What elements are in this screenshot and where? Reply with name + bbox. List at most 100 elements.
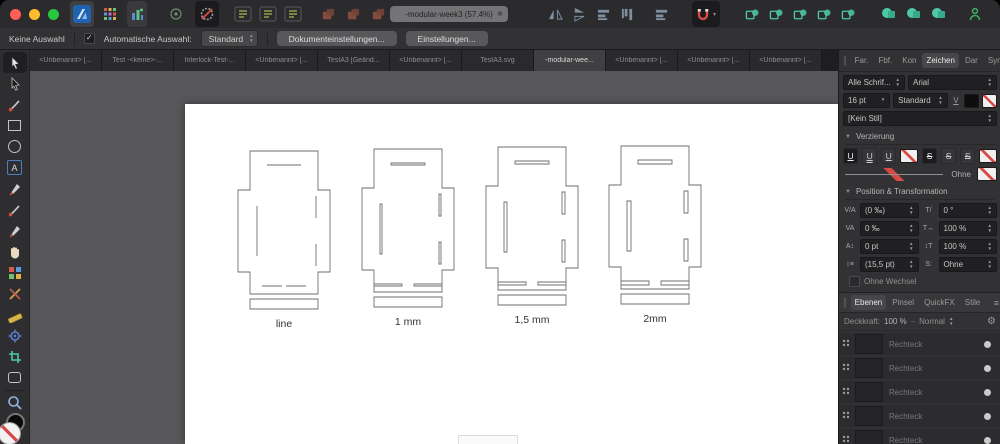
stepper-icon[interactable]: ▲ ▼ [909,259,913,269]
knife-tool[interactable] [3,283,27,304]
move-backward-icon[interactable] [371,3,386,25]
geometry-op-4-icon[interactable] [817,3,832,25]
strikethrough-alt-button[interactable]: S [941,148,957,164]
text-stroke-swatch[interactable] [982,93,998,108]
box-template-shape[interactable]: 2mm [608,145,702,325]
persona-icon[interactable] [968,3,982,25]
fill-stroke-swatches[interactable] [0,412,28,444]
shear-field[interactable]: 0 ° ▲ ▼ [938,203,997,218]
hand-tool[interactable] [3,241,27,262]
snapping-toggle[interactable]: ▾ [692,1,721,27]
layers-drag-handle[interactable]: ║ [842,298,849,307]
double-underline-button[interactable]: U [862,148,878,164]
kerning-field[interactable]: (0 ‰) ▲ ▼ [860,203,919,218]
boolean-subtract-icon[interactable] [906,3,922,25]
pencil-tool[interactable] [3,220,27,241]
insert-rotate-icon[interactable] [283,3,303,25]
rounded-rectangle-tool[interactable] [3,367,27,388]
close-window-button[interactable] [10,8,21,20]
panel-tab-kon[interactable]: Kon [898,53,920,68]
horizontal-scale-field[interactable]: 100 % ▲ ▼ [938,221,997,236]
layer-thumbnail[interactable] [855,358,883,378]
font-size-dropdown[interactable]: 16 pt ▼ [843,93,891,108]
visibility-dot[interactable] [984,364,991,372]
boolean-divide-icon[interactable] [931,3,947,25]
auto-select-preset-dropdown[interactable]: Standard ▲ ▼ [200,30,258,47]
box-template-shape[interactable]: line [237,150,331,330]
measure-tool[interactable] [3,304,27,325]
stepper-icon[interactable]: ▲ ▼ [909,205,913,215]
font-style-dropdown[interactable]: Standard ▲ ▼ [893,93,948,108]
document-tab[interactable]: TestA3 [Geänd... [318,50,390,71]
opacity-value[interactable]: 100 % [884,317,907,326]
layer-settings-gear-icon[interactable]: ⚙ [987,316,996,327]
document-tab[interactable]: <Unbenannt> [... [390,50,462,71]
zoom-tool[interactable] [3,393,27,414]
corner-tool[interactable] [3,94,27,115]
visibility-dot[interactable] [984,388,991,396]
zoom-window-button[interactable] [48,8,59,20]
panel-tab-fbf[interactable]: Fbf. [874,53,896,68]
text-style-dropdown[interactable]: [Kein Stil] ▲ ▼ [843,111,997,126]
font-collection-dropdown[interactable]: Alle Schrif... ▲ ▼ [843,75,905,90]
document-tab[interactable]: -modular-wee... [534,50,606,71]
document-tab[interactable]: Test -<keine>-... [102,50,174,71]
panel-tab-zeichen[interactable]: Zeichen [922,53,959,68]
no-break-checkbox[interactable]: ✓ [849,276,860,287]
position-section-header[interactable]: ▼ Position & Transformation [845,187,995,200]
chart-panel-icon[interactable] [127,1,147,27]
layer-thumbnail[interactable] [855,382,883,402]
vertical-scale-field[interactable]: 100 % ▲ ▼ [938,239,997,254]
rectangle-tool[interactable] [3,115,27,136]
stepper-icon[interactable]: ▲ ▼ [909,223,913,233]
flip-vertical-icon[interactable] [572,3,587,25]
canvas[interactable]: line 1 mm 1,5 mm 2mm [30,71,838,444]
layer-row[interactable]: Rechteck [839,333,1000,355]
fill-color-swatch[interactable] [0,421,21,444]
move-to-front-icon[interactable] [321,3,336,25]
document-tab[interactable]: TestA3.svg [462,50,534,71]
heavy-underline-button[interactable]: U [881,148,897,164]
document-tab[interactable]: <Unbenannt> [... [678,50,750,71]
document-tab[interactable]: <Unbenannt> [... [30,50,102,71]
layer-row[interactable]: Rechteck [839,381,1000,403]
layer-thumbnail[interactable] [855,430,883,444]
panel-tab-dar[interactable]: Dar [961,53,982,68]
move-tool[interactable] [2,52,27,73]
node-tool[interactable] [3,73,27,94]
geometry-op-1-icon[interactable] [745,3,760,25]
fill-tool[interactable] [3,178,27,199]
vector-brush-tool[interactable] [3,199,27,220]
artistic-text-tool[interactable]: A [3,157,27,178]
minimize-window-button[interactable] [29,8,40,20]
affinity-designer-icon[interactable] [70,1,94,27]
geometry-op-3-icon[interactable] [793,3,808,25]
move-forward-icon[interactable] [346,3,361,25]
boolean-add-icon[interactable] [881,3,897,25]
panel-drag-handle[interactable]: ║ [842,56,849,65]
strikethrough-heavy-button[interactable]: S [960,148,976,164]
flip-horizontal-icon[interactable] [548,3,563,25]
layer-row[interactable]: Rechteck [839,357,1000,379]
document-settings-button[interactable]: Dokumenteinstellungen... [276,31,397,46]
layer-thumbnail[interactable] [855,334,883,354]
font-name-field[interactable]: Arial ▲ ▼ [908,75,997,90]
panel-tab-stile[interactable]: Stile [961,295,985,310]
tracking-field[interactable]: 0 ‰ ▲ ▼ [860,221,919,236]
layer-row[interactable]: Rechteck [839,405,1000,427]
stepper-icon[interactable]: ▲ ▼ [909,241,913,251]
document-tab[interactable]: <Unbenannt> [... [246,50,318,71]
partial-shape[interactable] [458,435,518,444]
stepper-icon[interactable]: ▲ ▼ [988,205,992,215]
baseline-field[interactable]: 0 pt ▲ ▼ [860,239,919,254]
decoration-section-header[interactable]: ▼ Verzierung [845,132,995,145]
box-template-shape[interactable]: 1 mm [361,148,455,328]
insert-inside-icon[interactable] [233,3,253,25]
panel-tab-quickfx[interactable]: QuickFX [920,295,959,310]
document-page[interactable]: line 1 mm 1,5 mm 2mm [185,104,838,444]
strikethrough-color-swatch[interactable] [979,149,997,163]
distribute-icon[interactable] [654,3,669,25]
mesh-tool[interactable] [3,262,27,283]
leading-field[interactable]: (15,5 pt) ▲ ▼ [860,257,919,272]
visibility-dot[interactable] [984,340,991,348]
